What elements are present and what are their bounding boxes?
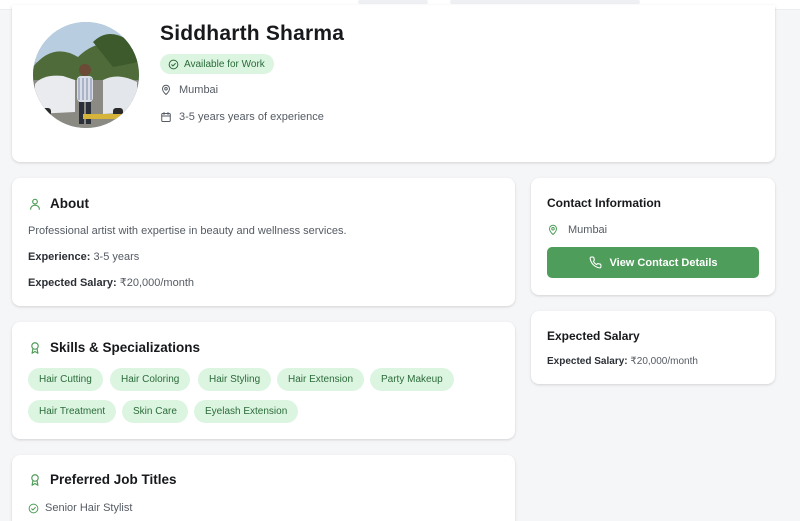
job-title-item: Senior Hair Stylist (28, 502, 132, 514)
skill-chip: Hair Treatment (28, 400, 117, 423)
availability-badge: Available for Work (160, 54, 274, 74)
check-circle-icon (28, 503, 39, 513)
jobs-heading: Preferred Job Titles (28, 472, 177, 487)
experience-text: 3-5 years years of experience (179, 111, 324, 123)
nav-placeholder (358, 0, 428, 4)
expected-salary-card: Expected Salary Expected Salary: ₹20,000… (531, 311, 775, 384)
skills-title: Skills & Specializations (50, 340, 201, 355)
experience-label: Experience: (28, 251, 91, 263)
avatar-photo (33, 22, 139, 128)
jobs-title: Preferred Job Titles (50, 472, 177, 487)
salary-card-label: Expected Salary: (547, 356, 628, 367)
map-pin-icon (162, 84, 170, 95)
skill-chip: Hair Coloring (110, 368, 191, 391)
salary-value: ₹20,000/month (119, 277, 194, 289)
view-contact-details-button[interactable]: View Contact Details (547, 247, 759, 278)
about-description: Professional artist with expertise in be… (28, 225, 347, 237)
about-salary: Expected Salary: ₹20,000/month (28, 276, 194, 289)
skill-chip: Hair Cutting (28, 368, 103, 391)
avatar (33, 22, 139, 128)
about-title: About (50, 196, 89, 211)
calendar-icon (161, 112, 171, 122)
contact-card: Contact Information Mumbai View Contact … (531, 178, 775, 295)
profile-location: Mumbai (160, 84, 218, 96)
award-icon (31, 341, 39, 354)
preferred-jobs-card: Preferred Job Titles Senior Hair Stylist (12, 455, 515, 521)
skill-chip: Hair Extension (277, 368, 365, 391)
profile-card: Siddharth Sharma Available for Work Mumb… (12, 5, 775, 162)
contact-location: Mumbai (547, 224, 607, 236)
experience-value: 3-5 years (93, 251, 140, 263)
salary-label: Expected Salary: (28, 277, 117, 289)
salary-card-title: Expected Salary (547, 329, 640, 343)
check-circle-icon (168, 59, 179, 69)
phone-icon (589, 256, 601, 269)
map-pin-icon (549, 224, 557, 235)
skills-heading: Skills & Specializations (28, 340, 200, 355)
location-text: Mumbai (179, 84, 219, 96)
skill-chip: Eyelash Extension (194, 400, 299, 423)
nav-placeholder (450, 0, 640, 4)
skills-card: Skills & Specializations Hair Cutting Ha… (12, 322, 515, 439)
profile-experience: 3-5 years years of experience (160, 111, 324, 123)
salary-card-value: ₹20,000/month (630, 356, 698, 367)
about-experience: Experience: 3-5 years (28, 251, 139, 263)
user-icon (30, 198, 40, 210)
contact-title: Contact Information (547, 196, 661, 210)
profile-name: Siddharth Sharma (160, 22, 345, 45)
job-title-text: Senior Hair Stylist (45, 502, 133, 514)
contact-location-text: Mumbai (568, 224, 608, 236)
view-contact-label: View Contact Details (609, 256, 718, 269)
award-icon (31, 473, 39, 486)
about-heading: About (28, 196, 89, 211)
about-card: About Professional artist with expertise… (12, 178, 515, 306)
skill-chip: Party Makeup (370, 368, 454, 391)
skill-chip: Hair Styling (198, 368, 272, 391)
salary-card-line: Expected Salary: ₹20,000/month (547, 356, 698, 367)
skill-chip: Skin Care (122, 400, 188, 423)
availability-label: Available for Work (184, 58, 265, 70)
